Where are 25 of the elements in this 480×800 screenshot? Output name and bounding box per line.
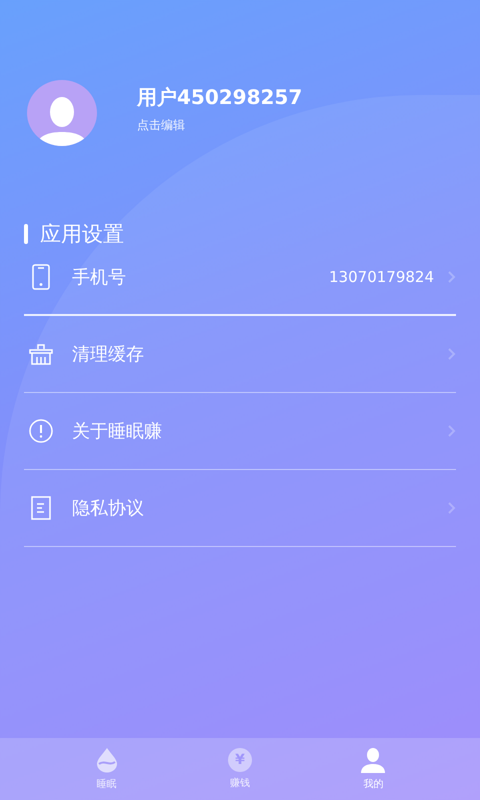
- section-marker: [24, 224, 28, 244]
- chevron-icon: [448, 348, 456, 360]
- document-icon: [31, 496, 51, 520]
- setting-label: 手机号: [72, 266, 127, 289]
- nav-tab[interactable]: ¥ 赚钱: [173, 738, 307, 800]
- info-icon: [29, 419, 53, 443]
- nav-tab[interactable]: 我的: [306, 738, 440, 800]
- chevron-icon: [448, 271, 456, 283]
- drop-icon: [96, 747, 118, 773]
- setting-label: 隐私协议: [72, 497, 145, 520]
- setting-label: 清理缓存: [72, 343, 145, 366]
- setting-label: 关于睡眠赚: [72, 420, 163, 443]
- phone-icon: [32, 264, 50, 290]
- edit-link[interactable]: 点击编辑: [137, 117, 302, 134]
- nav-tab[interactable]: 睡眠: [40, 738, 174, 800]
- chevron-icon: [448, 502, 456, 514]
- settings-row[interactable]: 隐私协议: [24, 470, 456, 547]
- username: 用户450298257: [137, 84, 302, 111]
- yen-coin-icon: ¥: [228, 748, 252, 772]
- phone-number: 13070179824: [329, 268, 434, 286]
- chevron-icon: [448, 425, 456, 437]
- settings-row[interactable]: 关于睡眠赚: [24, 393, 456, 470]
- settings-row[interactable]: 清理缓存: [24, 316, 456, 393]
- person-icon: [360, 747, 386, 773]
- basket-icon: [29, 342, 53, 366]
